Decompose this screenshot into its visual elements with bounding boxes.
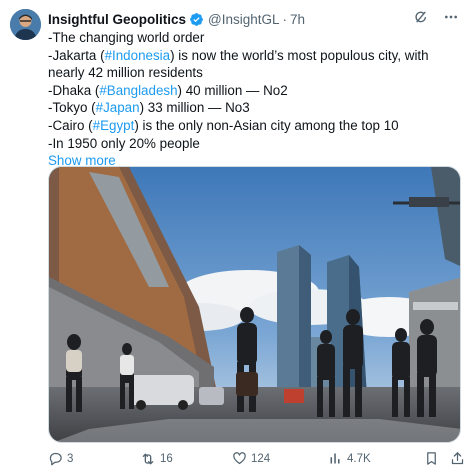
views-button[interactable]: 4.7K [328, 451, 371, 466]
share-icon [450, 451, 465, 466]
tweet-header: Insightful Geopolitics @InsightGL · 7h [48, 9, 305, 29]
avatar[interactable] [10, 9, 41, 40]
post-timestamp[interactable]: 7h [290, 12, 305, 27]
repost-button[interactable]: 16 [140, 451, 173, 467]
views-chart-icon [328, 451, 343, 466]
post-line-4-text-end: ) 33 million — No3 [139, 100, 250, 116]
post-line-3-text-end: ) 40 million — No2 [177, 82, 288, 98]
reply-count: 3 [67, 452, 74, 465]
author-display-name[interactable]: Insightful Geopolitics [48, 12, 186, 27]
post-line-2-text: -Jakarta ( [48, 47, 105, 63]
post-line-6: -In 1950 only 20% people [48, 135, 200, 151]
post-line-4: -Tokyo (#Japan) 33 million — No3 [48, 99, 460, 117]
post-line-5-text-end: ) is the only non-Asian city among the t… [134, 117, 399, 133]
like-button[interactable]: 124 [232, 451, 270, 466]
more-options-icon[interactable] [443, 9, 459, 25]
top-right-icons [413, 9, 459, 25]
view-count: 4.7K [347, 452, 371, 465]
post-line-5: -Cairo (#Egypt) is the only non-Asian ci… [48, 117, 460, 135]
tweet-card[interactable]: Insightful Geopolitics @InsightGL · 7h -… [0, 0, 469, 473]
hashtag-indonesia[interactable]: #Indonesia [105, 48, 171, 63]
like-count: 124 [251, 452, 271, 465]
bookmark-icon [424, 451, 439, 466]
post-image[interactable] [48, 166, 461, 443]
bookmark-button[interactable] [424, 451, 439, 466]
author-handle[interactable]: @InsightGL [208, 12, 280, 27]
post-line-4-text: -Tokyo ( [48, 100, 96, 116]
separator-dot: · [282, 11, 288, 27]
heart-icon [232, 451, 247, 466]
retweet-icon [140, 451, 156, 467]
action-bar: 3 16 124 4.7K [48, 451, 464, 469]
post-line-3: -Dhaka (#Bangladesh) 40 million — No2 [48, 82, 460, 100]
share-button[interactable] [450, 451, 465, 466]
post-line-3-text: -Dhaka ( [48, 82, 100, 98]
post-line-5-text: -Cairo ( [48, 117, 93, 133]
repost-count: 16 [160, 453, 173, 465]
hashtag-egypt[interactable]: #Egypt [93, 118, 135, 133]
hashtag-bangladesh[interactable]: #Bangladesh [99, 83, 177, 98]
post-line-1: -The changing world order [48, 30, 205, 45]
verified-badge-icon [189, 12, 204, 27]
post-text: -The changing world order -Jakarta (#Ind… [48, 29, 460, 170]
reply-icon [48, 451, 63, 466]
post-line-2: -Jakarta (#Indonesia) is now the world’s… [48, 47, 460, 82]
reply-button[interactable]: 3 [48, 451, 73, 466]
grok-icon[interactable] [413, 9, 429, 25]
hashtag-japan[interactable]: #Japan [96, 100, 140, 115]
